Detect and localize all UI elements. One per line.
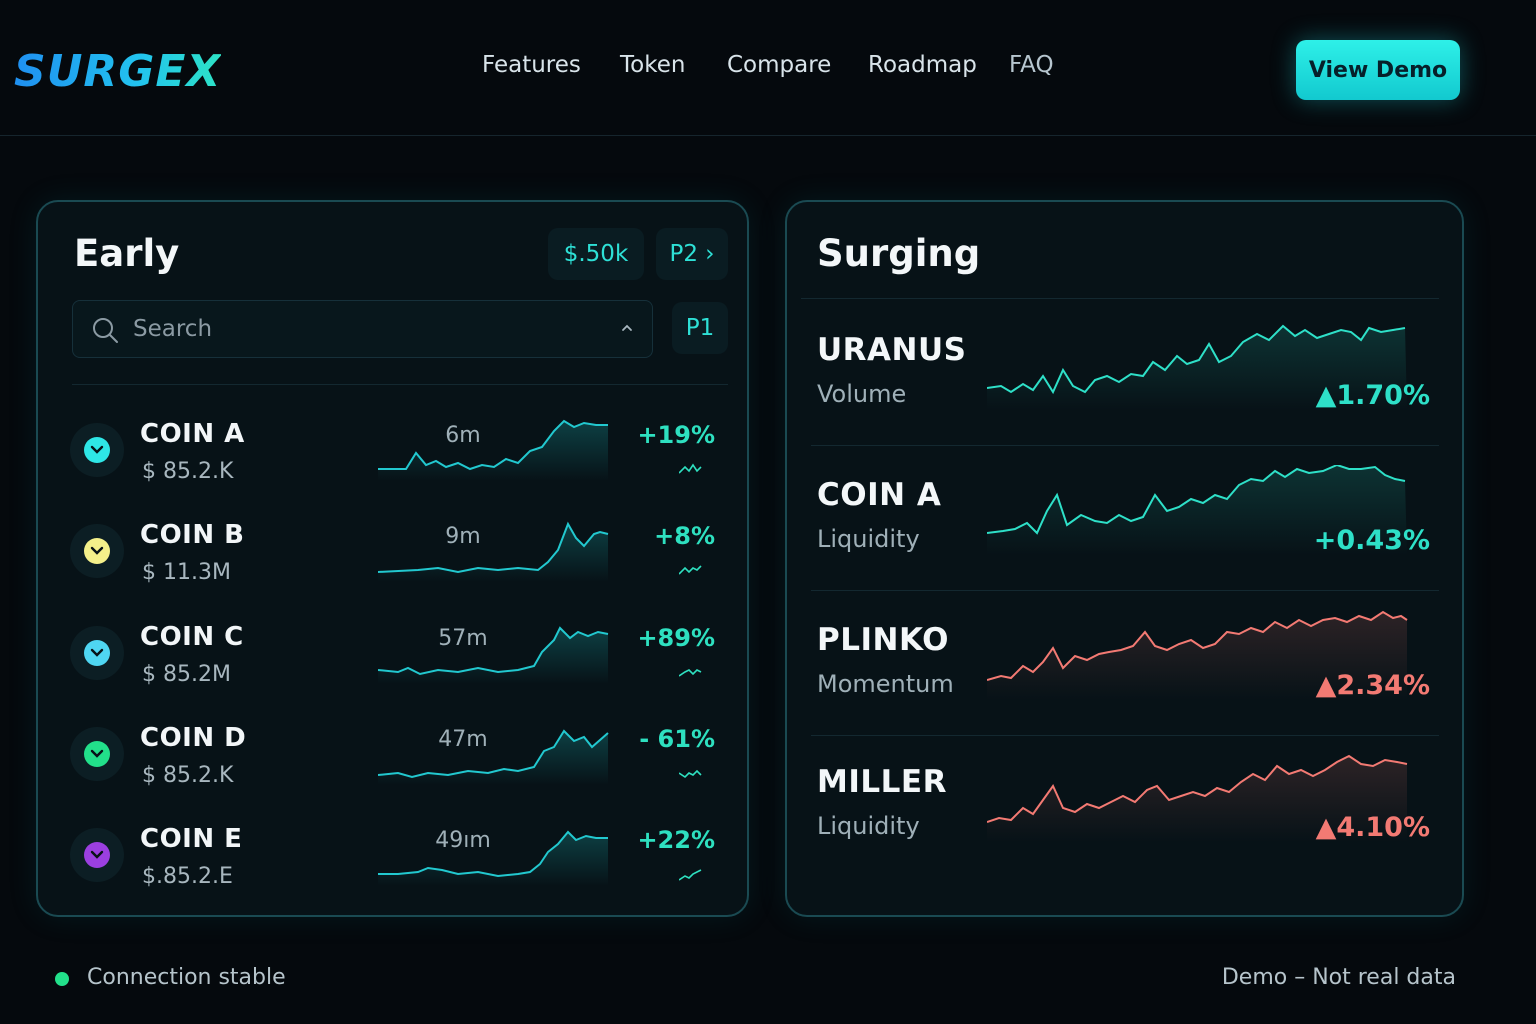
surging-change: ▲4.10% [1315, 812, 1430, 843]
row-divider [811, 445, 1439, 446]
coin-name: COIN A [140, 419, 245, 449]
coin-name: COIN D [140, 723, 247, 753]
coin-row[interactable]: COIN C $ 85.2M 57m +89% [38, 610, 747, 710]
surging-token-name: PLINKO [817, 622, 949, 658]
chevron-down-icon [84, 640, 110, 666]
coin-row[interactable]: COIN B $ 11.3M 9m +8% [38, 508, 747, 608]
coin-age: 9m [445, 524, 481, 549]
top-header: SURGEX Features Token Compare Roadmap FA… [0, 0, 1536, 136]
coin-age: 49ım [435, 828, 491, 853]
surging-metric-label: Momentum [817, 670, 954, 698]
coin-name: COIN B [140, 520, 245, 550]
nav-features[interactable]: Features [482, 52, 581, 78]
coin-change: +89% [637, 624, 715, 652]
coin-price: $ 85.2.K [142, 459, 234, 484]
surging-token-name: MILLER [817, 764, 947, 800]
search-box [72, 300, 653, 358]
early-panel-title: Early [74, 232, 180, 275]
row-divider [811, 590, 1439, 591]
surging-metric-label: Volume [817, 380, 907, 408]
connection-status-text: Connection stable [87, 965, 286, 990]
surging-panel-title: Surging [817, 232, 981, 275]
view-demo-button[interactable]: View Demo [1296, 40, 1460, 100]
connection-status-dot [55, 972, 69, 986]
early-panel: Early $.50k P2 › P1 COIN A $ 85.2.K 6m [36, 200, 749, 917]
mini-trend-icon [679, 463, 702, 474]
surging-row[interactable]: PLINKO Momentum ▲2.34% [787, 610, 1462, 766]
coin-age: 47m [438, 727, 488, 752]
row-divider [811, 735, 1439, 736]
chevron-down-icon [84, 842, 110, 868]
coin-avatar [70, 423, 124, 477]
chevron-down-icon [84, 437, 110, 463]
chevron-down-icon [84, 538, 110, 564]
list-divider [72, 384, 728, 385]
coin-avatar [70, 828, 124, 882]
coin-name: COIN C [140, 622, 244, 652]
surging-change: ▲1.70% [1315, 380, 1430, 411]
coin-price: $ 85.2M [142, 662, 231, 687]
nav-token[interactable]: Token [620, 52, 685, 78]
surgex-logo[interactable]: SURGEX [14, 46, 221, 97]
coin-name: COIN E [140, 824, 243, 854]
chevron-down-icon [84, 741, 110, 767]
coin-change: +8% [654, 522, 715, 550]
coin-avatar [70, 727, 124, 781]
coin-price: $ 85.2.K [142, 763, 234, 788]
nav-faq[interactable]: FAQ [1009, 52, 1054, 78]
mini-trend-icon [679, 869, 702, 881]
coin-avatar [70, 626, 124, 680]
surging-change: ▲2.34% [1315, 670, 1430, 701]
coin-row[interactable]: COIN D $ 85.2.K 47m - 61% [38, 711, 747, 811]
coin-change: +19% [637, 421, 715, 449]
coin-price: $ 11.3M [142, 560, 231, 585]
search-icon [93, 318, 118, 343]
coin-row[interactable]: COIN A $ 85.2.K 6m +19% [38, 407, 747, 507]
surging-token-name: URANUS [817, 332, 967, 368]
coin-age: 57m [438, 626, 488, 651]
search-input[interactable] [133, 313, 573, 345]
page-current-button[interactable]: P1 [672, 302, 728, 354]
page-next-button[interactable]: P2 › [656, 228, 728, 280]
chevron-up-icon[interactable] [620, 321, 634, 335]
surging-token-name: COIN A [817, 477, 942, 513]
surging-row[interactable]: COIN A Liquidity +0.43% [787, 465, 1462, 621]
demo-disclaimer: Demo – Not real data [1221, 965, 1456, 990]
coin-change: - 61% [639, 725, 715, 753]
surging-metric-label: Liquidity [817, 812, 920, 840]
coin-avatar [70, 524, 124, 578]
nav-roadmap[interactable]: Roadmap [868, 52, 977, 78]
coin-row[interactable]: COIN E $.85.2.E 49ım +22% [38, 812, 747, 912]
mini-trend-icon [679, 565, 702, 575]
mini-trend-icon [679, 669, 702, 677]
market-cap-filter-chip[interactable]: $.50k [548, 228, 644, 280]
nav-compare[interactable]: Compare [727, 52, 831, 78]
surging-row[interactable]: MILLER Liquidity ▲4.10% [787, 754, 1462, 908]
coin-age: 6m [445, 423, 481, 448]
surging-row[interactable]: URANUS Volume ▲1.70% [787, 324, 1462, 476]
coin-change: +22% [637, 826, 715, 854]
surging-divider [801, 298, 1439, 299]
surging-metric-label: Liquidity [817, 525, 920, 553]
surging-panel: Surging URANUS Volume ▲1.70% COIN A Liqu… [785, 200, 1464, 917]
mini-trend-icon [679, 769, 702, 779]
coin-price: $.85.2.E [142, 864, 233, 889]
surging-change: +0.43% [1313, 525, 1430, 556]
